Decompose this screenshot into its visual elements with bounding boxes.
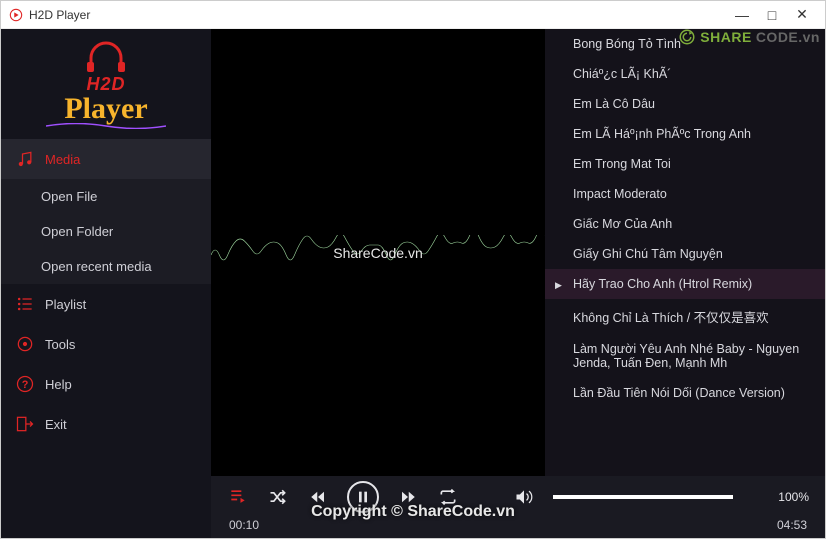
playlist-item[interactable]: Bong Bóng Tỏ Tình: [545, 29, 825, 59]
shuffle-button[interactable]: [267, 486, 289, 508]
nav-help[interactable]: ? Help: [1, 364, 211, 404]
playlist-item[interactable]: Em Trong Mat Toi: [545, 149, 825, 179]
playlist-item[interactable]: Chiáº¿c LÃ¡ KhÃ´: [545, 59, 825, 89]
tools-icon: [15, 334, 35, 354]
volume-button[interactable]: [513, 486, 535, 508]
app-logo: H2D Player: [1, 29, 211, 139]
playlist-icon: [15, 294, 35, 314]
playlist-item[interactable]: Em Là Cô Dâu: [545, 89, 825, 119]
duration-time: 04:53: [777, 518, 807, 532]
volume-slider[interactable]: [553, 495, 733, 499]
visualizer: ShareCode.vn: [211, 29, 545, 476]
window-title: H2D Player: [29, 8, 727, 22]
nav-exit-label: Exit: [45, 417, 67, 432]
play-pause-button[interactable]: [347, 481, 379, 513]
headphones-icon: [81, 40, 131, 74]
open-recent-media[interactable]: Open recent media: [1, 249, 211, 284]
visualizer-overlay-text: ShareCode.vn: [333, 245, 423, 261]
app-icon: [9, 8, 23, 22]
minimize-button[interactable]: —: [727, 7, 757, 23]
nav-tools-label: Tools: [45, 337, 75, 352]
nav-media[interactable]: Media: [1, 139, 211, 179]
music-note-icon: [15, 149, 35, 169]
playlist-item[interactable]: Giấc Mơ Của Anh: [545, 209, 825, 239]
help-icon: ?: [15, 374, 35, 394]
playlist-item[interactable]: Không Chỉ Là Thích / 不仅仅是喜欢: [545, 299, 825, 334]
close-button[interactable]: ✕: [787, 6, 817, 23]
volume-percent: 100%: [778, 490, 809, 504]
playlist-item[interactable]: Làm Người Yêu Anh Nhé Baby - Nguyen Jend…: [545, 334, 825, 378]
now-playing-button[interactable]: [227, 486, 249, 508]
logo-underline: [46, 123, 166, 129]
nav-help-label: Help: [45, 377, 72, 392]
prev-button[interactable]: [307, 486, 329, 508]
sidebar: H2D Player Media Open File Open Folder O…: [1, 29, 211, 538]
open-folder[interactable]: Open Folder: [1, 214, 211, 249]
exit-icon: [15, 414, 35, 434]
title-bar: H2D Player — □ ✕: [1, 1, 825, 29]
playlist-item[interactable]: Giấy Ghi Chú Tâm Nguyện: [545, 239, 825, 269]
repeat-button[interactable]: [437, 486, 459, 508]
next-button[interactable]: [397, 486, 419, 508]
open-file[interactable]: Open File: [1, 179, 211, 214]
logo-h2d-text: H2D: [86, 74, 125, 94]
playlist-item[interactable]: Impact Moderato: [545, 179, 825, 209]
playlist-item[interactable]: Hãy Trao Cho Anh (Htrol Remix): [545, 269, 825, 299]
playlist-panel[interactable]: Bong Bóng Tỏ TìnhChiáº¿c LÃ¡ KhÃ´Em Là C…: [545, 29, 825, 476]
nav-exit[interactable]: Exit: [1, 404, 211, 444]
nav-playlist-label: Playlist: [45, 297, 86, 312]
controls-bar: 100% 00:10 04:53: [211, 476, 825, 538]
logo-player-text: Player: [64, 92, 147, 125]
nav-media-label: Media: [45, 152, 80, 167]
nav-playlist[interactable]: Playlist: [1, 284, 211, 324]
nav-tools[interactable]: Tools: [1, 324, 211, 364]
maximize-button[interactable]: □: [757, 7, 787, 23]
elapsed-time: 00:10: [229, 518, 259, 532]
svg-text:?: ?: [22, 379, 29, 391]
playlist-item[interactable]: Em LÃ Háº¡nh PhÃºc Trong Anh: [545, 119, 825, 149]
playlist-item[interactable]: Lần Đầu Tiên Nói Dối (Dance Version): [545, 378, 825, 408]
media-submenu: Open File Open Folder Open recent media: [1, 179, 211, 284]
